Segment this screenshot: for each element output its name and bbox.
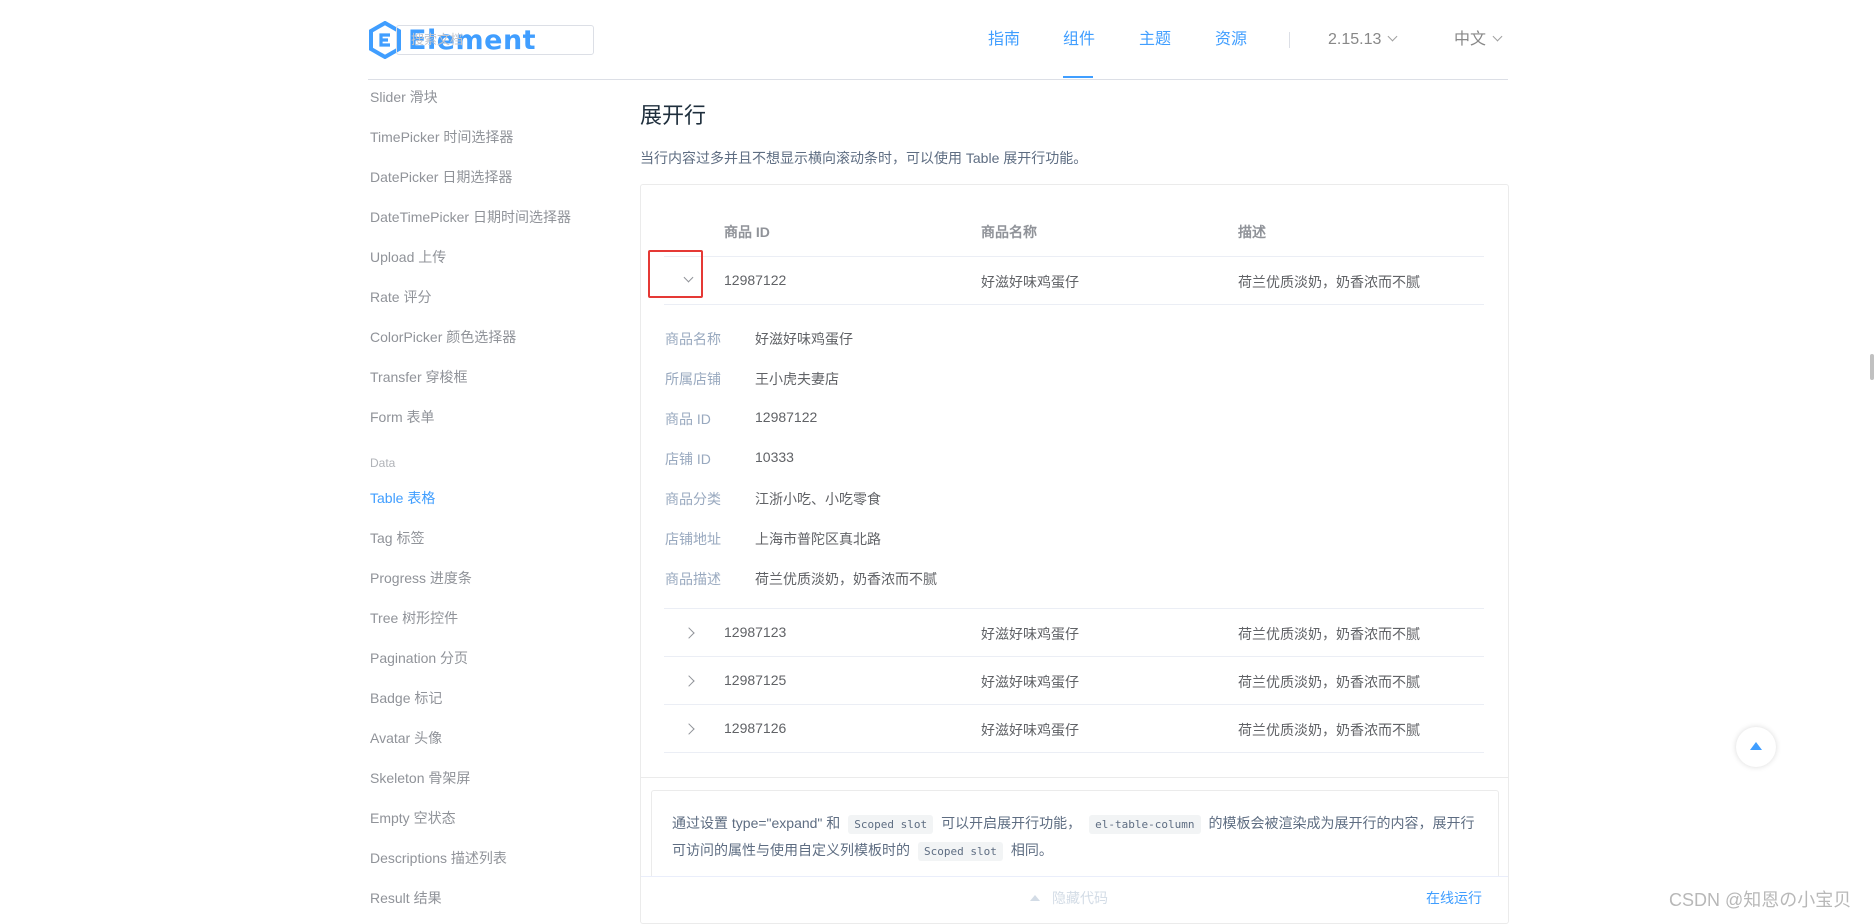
sidebar-item-colorpicker[interactable]: ColorPicker 颜色选择器 — [370, 327, 516, 347]
nav-active-indicator — [1063, 76, 1093, 78]
row-divider — [664, 608, 1484, 609]
sidebar-item-upload[interactable]: Upload 上传 — [370, 247, 446, 267]
chevron-down-icon — [1492, 31, 1503, 42]
expand-value: 荷兰优质淡奶，奶香浓而不腻 — [755, 571, 937, 587]
table-cell-name: 好滋好味鸡蛋仔 — [981, 674, 1079, 690]
table-cell-id: 12987123 — [724, 624, 787, 640]
search-input[interactable]: 搜索文档 — [396, 25, 594, 55]
row-divider — [664, 304, 1484, 305]
column-header-desc: 描述 — [1238, 224, 1266, 240]
table-cell-desc: 荷兰优质淡奶，奶香浓而不腻 — [1238, 626, 1420, 642]
demo-divider — [641, 777, 1508, 778]
expand-label: 商品名称 — [665, 331, 721, 347]
code-tag: Scoped slot — [918, 842, 1003, 861]
section-description: 当行内容过多并且不想显示横向滚动条时，可以使用 Table 展开行功能。 — [640, 150, 1088, 166]
nav-divider — [1289, 32, 1290, 48]
row-divider — [664, 656, 1484, 657]
hide-code-label: 隐藏代码 — [1052, 890, 1108, 906]
expand-label: 所属店铺 — [665, 371, 721, 387]
nav-guide[interactable]: 指南 — [988, 0, 1020, 79]
table-cell-name: 好滋好味鸡蛋仔 — [981, 722, 1079, 738]
caret-up-icon — [1030, 895, 1040, 901]
expand-value: 10333 — [755, 449, 794, 465]
code-tag: Scoped slot — [848, 815, 934, 834]
expand-label: 商品分类 — [665, 491, 721, 507]
description-text: 通过设置 type="expand" 和 — [672, 815, 841, 831]
language-value: 中文 — [1454, 31, 1487, 48]
sidebar-item-datepicker[interactable]: DatePicker 日期选择器 — [370, 167, 512, 187]
sidebar-item-transfer[interactable]: Transfer 穿梭框 — [370, 367, 468, 387]
sidebar-item-result[interactable]: Result 结果 — [370, 888, 442, 908]
sidebar-item-avatar[interactable]: Avatar 头像 — [370, 728, 442, 748]
description-text: 相同。 — [1010, 842, 1053, 858]
table-cell-desc: 荷兰优质淡奶，奶香浓而不腻 — [1238, 274, 1420, 290]
table-cell-id: 12987122 — [724, 272, 787, 288]
sidebar-item-pagination[interactable]: Pagination 分页 — [370, 648, 468, 668]
scrollbar-thumb[interactable] — [1870, 354, 1874, 380]
nav-component[interactable]: 组件 — [1063, 0, 1095, 79]
expand-value: 江浙小吃、小吃零食 — [755, 491, 881, 507]
version-select[interactable]: 2.15.13 — [1328, 0, 1398, 79]
sidebar-item-empty[interactable]: Empty 空状态 — [370, 808, 456, 828]
sidebar-item-rate[interactable]: Rate 评分 — [370, 287, 431, 307]
description-text: 可以开启展开行功能， — [941, 815, 1082, 831]
back-to-top-button[interactable] — [1736, 727, 1776, 767]
version-value: 2.15.13 — [1328, 31, 1382, 48]
column-header-id: 商品 ID — [724, 224, 770, 240]
column-header-name: 商品名称 — [981, 224, 1037, 240]
sidebar-item-form[interactable]: Form 表单 — [370, 407, 435, 427]
description-text: 的模板会被渲染成为展开行的内容，展开行 — [1208, 815, 1475, 831]
nav-resource[interactable]: 资源 — [1215, 0, 1247, 79]
sidebar-item-table[interactable]: Table 表格 — [370, 488, 435, 508]
chevron-down-icon — [1387, 31, 1398, 42]
sidebar-item-slider[interactable]: Slider 滑块 — [370, 87, 438, 107]
description-text: 可访问的属性与使用自定义列模板时的 — [672, 842, 910, 858]
highlight-box — [648, 250, 703, 298]
table-cell-name: 好滋好味鸡蛋仔 — [981, 626, 1079, 642]
watermark: CSDN @知恩の小宝贝 — [1669, 890, 1852, 910]
code-tag: el-table-column — [1089, 815, 1201, 834]
expand-value: 上海市普陀区真北路 — [755, 531, 881, 547]
page-title: 展开行 — [640, 103, 707, 128]
expand-value: 王小虎夫妻店 — [755, 371, 839, 387]
sidebar-item-descriptions[interactable]: Descriptions 描述列表 — [370, 848, 507, 868]
sidebar-item-badge[interactable]: Badge 标记 — [370, 688, 442, 708]
expand-label: 商品描述 — [665, 571, 721, 587]
sidebar-item-progress[interactable]: Progress 进度条 — [370, 568, 472, 588]
description-box — [651, 790, 1499, 880]
sidebar-item-skeleton[interactable]: Skeleton 骨架屏 — [370, 768, 470, 788]
expand-label: 店铺地址 — [665, 531, 721, 547]
language-select[interactable]: 中文 — [1454, 0, 1503, 79]
table-cell-desc: 荷兰优质淡奶，奶香浓而不腻 — [1238, 722, 1420, 738]
row-divider — [664, 256, 1484, 257]
description-line-2: 可访问的属性与使用自定义列模板时的 Scoped slot 相同。 — [672, 840, 1053, 861]
nav-theme[interactable]: 主题 — [1139, 0, 1171, 79]
expand-label: 店铺 ID — [665, 451, 711, 467]
sidebar-item-datetimepicker[interactable]: DateTimePicker 日期时间选择器 — [370, 207, 571, 227]
row-divider — [664, 752, 1484, 753]
run-online-button[interactable]: 在线运行 — [1426, 888, 1482, 908]
table-cell-name: 好滋好味鸡蛋仔 — [981, 274, 1079, 290]
sidebar-group-data: Data — [370, 456, 396, 470]
sidebar-item-tag[interactable]: Tag 标签 — [370, 528, 424, 548]
expand-label: 商品 ID — [665, 411, 711, 427]
row-divider — [664, 704, 1484, 705]
table-cell-id: 12987126 — [724, 720, 787, 736]
description-line-1: 通过设置 type="expand" 和 Scoped slot 可以开启展开行功能… — [672, 813, 1475, 834]
expand-value: 好滋好味鸡蛋仔 — [755, 331, 853, 347]
expand-value: 12987122 — [755, 409, 818, 425]
table-cell-id: 12987125 — [724, 672, 787, 688]
sidebar-item-tree[interactable]: Tree 树形控件 — [370, 608, 458, 628]
hide-code-button[interactable]: 隐藏代码 — [1030, 888, 1108, 908]
sidebar-item-timepicker[interactable]: TimePicker 时间选择器 — [370, 127, 513, 147]
table-cell-desc: 荷兰优质淡奶，奶香浓而不腻 — [1238, 674, 1420, 690]
caret-up-icon — [1750, 742, 1762, 750]
